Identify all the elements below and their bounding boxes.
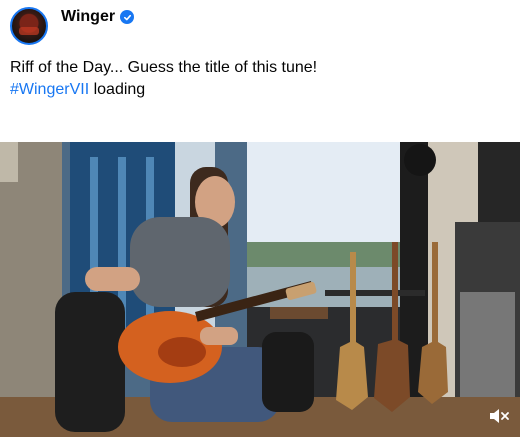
- avatar[interactable]: [10, 7, 48, 45]
- mute-button[interactable]: [486, 403, 512, 429]
- post-text-line2: #WingerVII loading: [10, 79, 317, 101]
- speaker-muted-icon: [490, 409, 509, 423]
- video-player[interactable]: [0, 142, 520, 437]
- author-name[interactable]: Winger: [61, 8, 115, 26]
- post-text-loading: loading: [89, 81, 146, 98]
- verified-icon: [120, 10, 135, 24]
- video-frame: [0, 142, 520, 437]
- post-text-line1: Riff of the Day... Guess the title of th…: [10, 59, 318, 76]
- post-text: Riff of the Day... Guess the title of th…: [10, 57, 317, 101]
- hashtag-link[interactable]: #WingerVII: [10, 81, 89, 98]
- author-block: Winger: [61, 8, 135, 26]
- post-header: Winger: [10, 5, 135, 47]
